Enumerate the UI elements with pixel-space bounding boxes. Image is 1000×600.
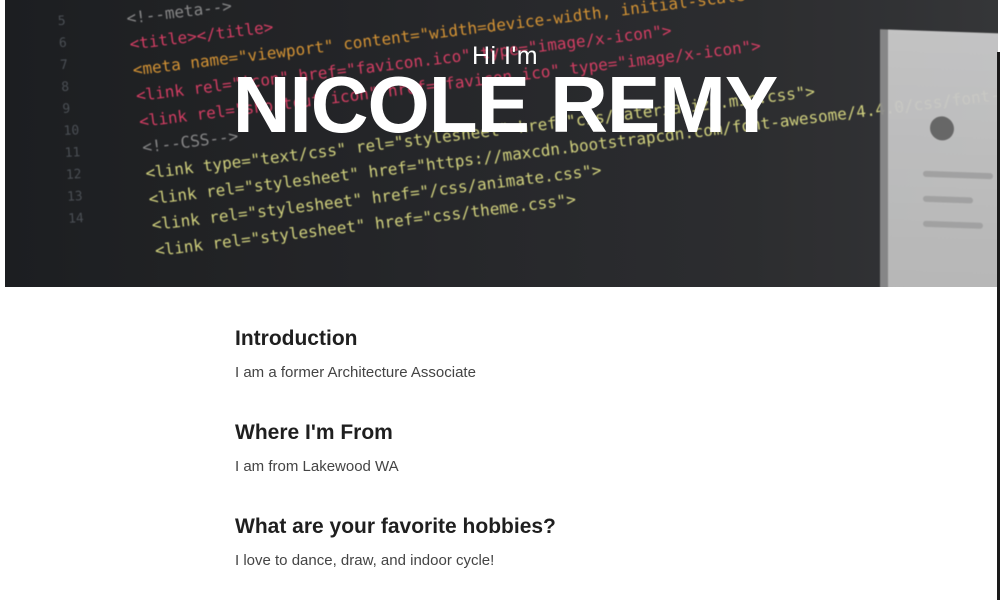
section-text: I love to dance, draw, and indoor cycle! xyxy=(235,552,495,569)
section-heading: Where I'm From xyxy=(235,421,393,444)
section-heading: What are your favorite hobbies? xyxy=(235,515,556,538)
main-content: Introduction I am a former Architecture … xyxy=(235,325,835,570)
hobbies-section: What are your favorite hobbies? I love t… xyxy=(235,513,835,570)
origin-section: Where I'm From I am from Lakewood WA xyxy=(235,419,835,476)
section-heading: Introduction xyxy=(235,327,358,350)
intro-section: Introduction I am a former Architecture … xyxy=(235,325,835,382)
section-text: I am from Lakewood WA xyxy=(235,458,399,475)
hero-name: NICOLE REMY xyxy=(232,60,779,149)
section-text: I am a former Architecture Associate xyxy=(235,364,476,381)
hero-banner: 5 6 7 8 9 10 11 12 13 14 <!--meta--> <ti… xyxy=(5,0,998,287)
